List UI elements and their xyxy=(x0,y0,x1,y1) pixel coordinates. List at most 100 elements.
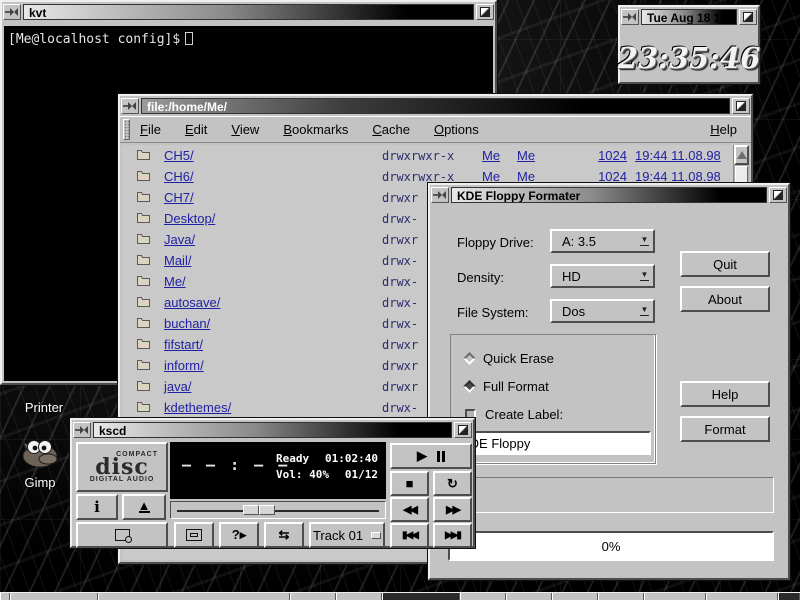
taskbar[interactable] xyxy=(0,592,800,600)
kfm-menubar: File Edit View Bookmarks Cache Options H… xyxy=(120,116,751,143)
file-owner[interactable]: Me xyxy=(482,169,517,184)
quick-erase-radio[interactable]: Quick Erase xyxy=(465,351,554,366)
stop-button[interactable]: ■ xyxy=(390,471,429,496)
loop-button[interactable]: ↻ xyxy=(433,471,472,496)
volume-slider[interactable] xyxy=(170,501,386,519)
quit-button[interactable]: Quit xyxy=(680,251,770,277)
file-size[interactable]: 1024 xyxy=(595,169,627,184)
info-icon: i xyxy=(94,498,100,516)
play-pause-button[interactable]: ▶ xyxy=(390,443,472,469)
format-button[interactable]: Format xyxy=(680,416,770,442)
floppy-titlebar[interactable]: KDE Floppy Formater xyxy=(430,185,788,205)
file-link[interactable]: Me/ xyxy=(164,274,382,289)
chevron-down-icon: ▼ xyxy=(640,271,649,281)
file-link[interactable]: buchan/ xyxy=(164,316,382,331)
taskbar-button[interactable] xyxy=(778,593,800,600)
file-link[interactable]: java/ xyxy=(164,379,382,394)
cddb-button[interactable] xyxy=(76,522,168,548)
scroll-up-button[interactable] xyxy=(734,145,749,165)
previous-track-button[interactable]: ▮◀◀ xyxy=(390,523,429,548)
file-link[interactable]: Mail/ xyxy=(164,253,382,268)
monitor-icon xyxy=(186,529,202,541)
file-size[interactable]: 1024 xyxy=(595,148,627,163)
previous-track-icon: ▮◀◀ xyxy=(402,530,417,541)
taskbar-button-active[interactable] xyxy=(382,593,460,600)
file-date[interactable]: 19:44 11.08.98 xyxy=(635,169,721,184)
full-format-radio[interactable]: Full Format xyxy=(465,379,549,394)
pin-button[interactable] xyxy=(3,4,21,20)
kvt-titlebar[interactable]: kvt xyxy=(2,2,495,22)
table-row: CH5/ drwxrwxr-x Me Me 1024 19:44 11.08.9… xyxy=(122,145,749,166)
maximize-button[interactable] xyxy=(476,4,494,20)
maximize-button[interactable] xyxy=(769,187,787,203)
taskbar-button[interactable] xyxy=(644,593,706,600)
file-link[interactable]: inform/ xyxy=(164,358,382,373)
file-link[interactable]: CH6/ xyxy=(164,169,382,184)
density-select[interactable]: HD ▼ xyxy=(550,264,655,288)
menu-view[interactable]: View xyxy=(231,122,259,137)
menu-file[interactable]: File xyxy=(140,122,161,137)
file-group[interactable]: Me xyxy=(517,169,595,184)
filesystem-select[interactable]: Dos ▼ xyxy=(550,299,655,323)
folder-icon xyxy=(136,337,164,353)
info-button[interactable]: i xyxy=(76,494,118,520)
file-owner[interactable]: Me xyxy=(482,148,517,163)
file-link[interactable]: Desktop/ xyxy=(164,211,382,226)
file-link[interactable]: CH5/ xyxy=(164,148,382,163)
volume-label-input[interactable] xyxy=(455,431,651,455)
menu-options[interactable]: Options xyxy=(434,122,479,137)
taskbar-button[interactable] xyxy=(706,593,778,600)
file-link[interactable]: Java/ xyxy=(164,232,382,247)
pin-button[interactable] xyxy=(621,9,639,25)
taskbar-button[interactable] xyxy=(460,593,506,600)
menu-bookmarks[interactable]: Bookmarks xyxy=(283,122,348,137)
maximize-button[interactable] xyxy=(739,9,757,25)
file-permissions: drwxrwxr-x xyxy=(382,149,482,163)
jump-icon: ⇆ xyxy=(279,527,290,543)
taskbar-button[interactable] xyxy=(336,593,382,600)
dock-button[interactable] xyxy=(174,522,214,548)
eject-button[interactable]: ▲ xyxy=(122,494,166,520)
kscd-titlebar[interactable]: kscd xyxy=(72,420,473,440)
cd-player-window: kscd COMPACT disc DIGITAL AUDIO — — : — … xyxy=(70,418,475,548)
menu-cache[interactable]: Cache xyxy=(372,122,410,137)
desktop-icon-printer[interactable]: Printer xyxy=(14,400,74,415)
create-label-checkbox[interactable]: Create Label: xyxy=(465,407,563,422)
file-link[interactable]: fifstart/ xyxy=(164,337,382,352)
track-selector[interactable]: Track 01 xyxy=(309,522,385,548)
pin-button[interactable] xyxy=(121,98,139,114)
taskbar-button[interactable] xyxy=(290,593,336,600)
taskbar-button[interactable] xyxy=(598,593,644,600)
rewind-button[interactable]: ◀◀ xyxy=(390,497,429,522)
taskbar-button[interactable] xyxy=(10,593,98,600)
drive-select[interactable]: A: 3.5 ▼ xyxy=(550,229,655,253)
maximize-button[interactable] xyxy=(454,422,472,438)
maximize-button[interactable] xyxy=(732,98,750,114)
clock-titlebar[interactable]: Tue Aug 18 1998 xyxy=(620,7,758,27)
help-button[interactable]: Help xyxy=(680,381,770,407)
kscd-help-button[interactable]: ?▸ xyxy=(219,522,259,548)
pin-button[interactable] xyxy=(73,422,91,438)
taskbar-button[interactable] xyxy=(0,593,10,600)
menu-edit[interactable]: Edit xyxy=(185,122,207,137)
about-button[interactable]: About xyxy=(680,286,770,312)
fast-forward-button[interactable]: ▶▶ xyxy=(433,497,472,522)
next-track-button[interactable]: ▶▶▮ xyxy=(433,523,472,548)
taskbar-button[interactable] xyxy=(506,593,552,600)
file-link[interactable]: kdethemes/ xyxy=(164,400,382,415)
compact-disc-logo: COMPACT disc DIGITAL AUDIO xyxy=(76,442,168,492)
file-group[interactable]: Me xyxy=(517,148,595,163)
jump-button[interactable]: ⇆ xyxy=(264,522,304,548)
menubar-drag-handle[interactable] xyxy=(123,119,130,140)
taskbar-button[interactable] xyxy=(552,593,598,600)
file-date[interactable]: 19:44 11.08.98 xyxy=(635,148,721,163)
menu-help[interactable]: Help xyxy=(710,122,737,137)
file-link[interactable]: autosave/ xyxy=(164,295,382,310)
pin-button[interactable] xyxy=(431,187,449,203)
desktop-icon-gimp[interactable]: Gimp xyxy=(8,432,72,490)
taskbar-button[interactable] xyxy=(98,593,290,600)
maximize-icon xyxy=(736,101,746,111)
kfm-titlebar[interactable]: file:/home/Me/ xyxy=(120,96,751,116)
slider-thumb[interactable] xyxy=(243,505,275,515)
file-link[interactable]: CH7/ xyxy=(164,190,382,205)
